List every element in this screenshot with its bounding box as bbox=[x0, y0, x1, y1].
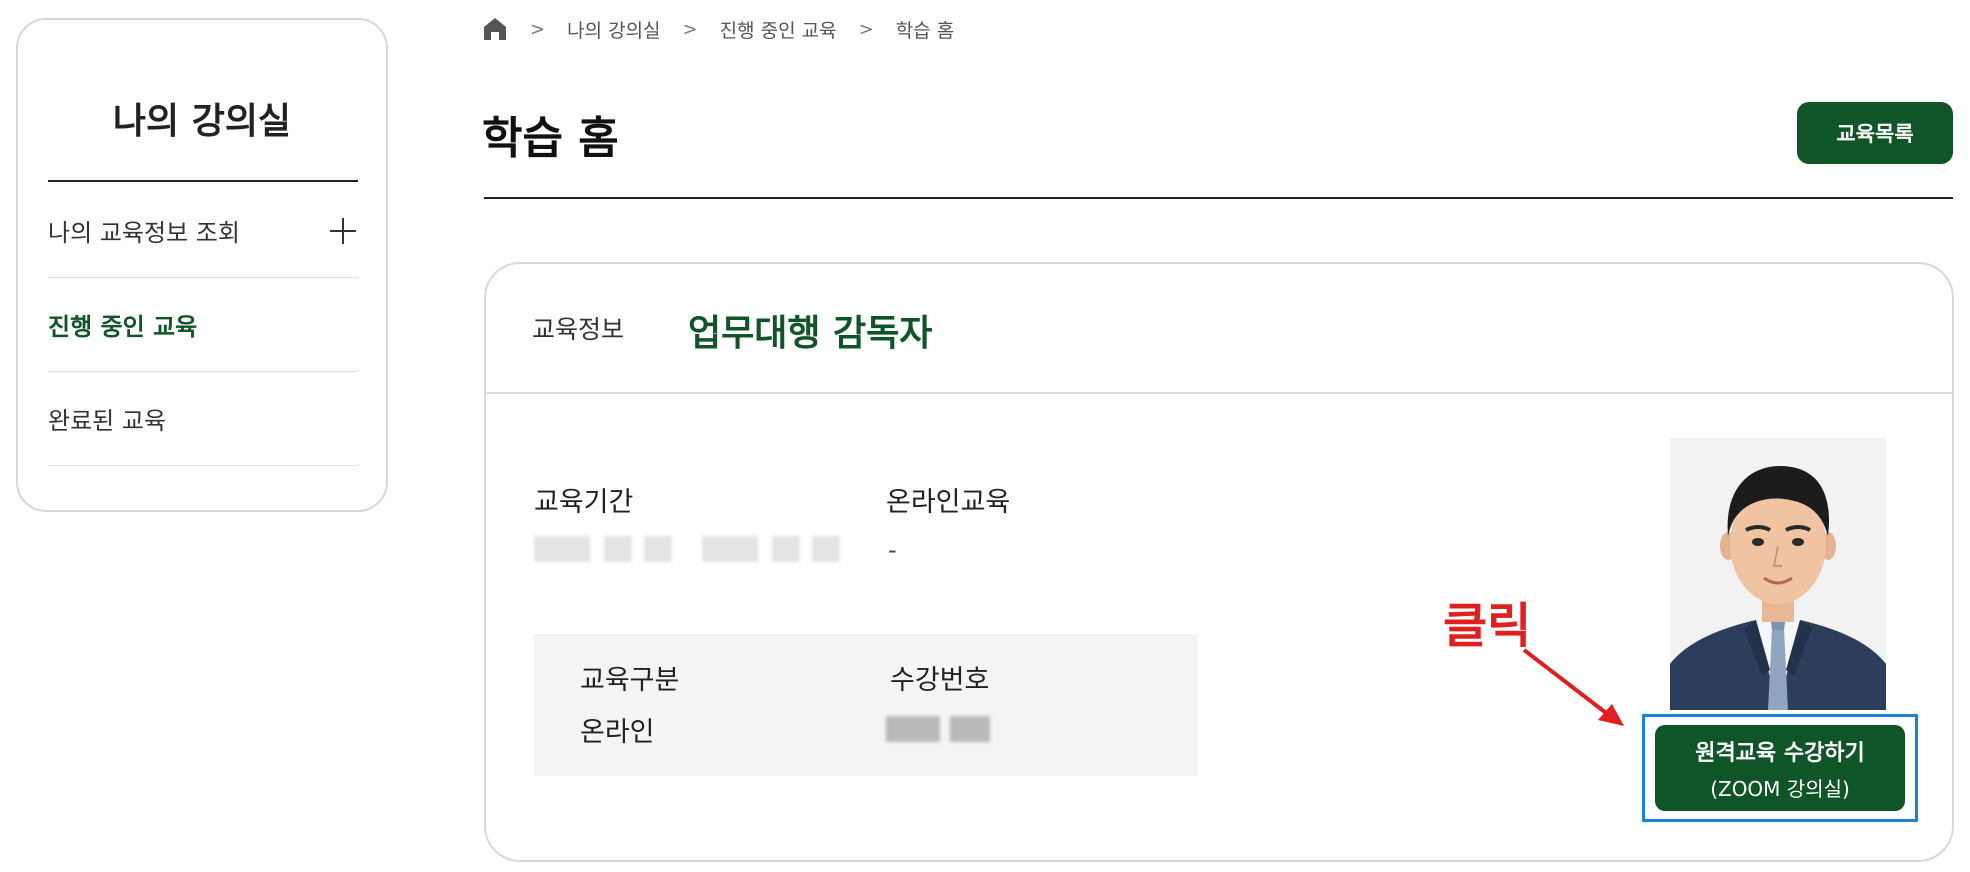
category-label: 교육구분 bbox=[580, 665, 680, 696]
course-list-button[interactable]: 교육목록 bbox=[1797, 102, 1953, 164]
breadcrumb-separator: > bbox=[682, 18, 698, 40]
breadcrumb: > 나의 강의실 > 진행 중인 교육 > 학습 홈 bbox=[482, 14, 954, 44]
zoom-button-sublabel: (ZOOM 강의실) bbox=[1710, 776, 1850, 801]
zoom-classroom-button[interactable]: 원격교육 수강하기 (ZOOM 강의실) bbox=[1655, 725, 1905, 811]
course-info-card: 교육정보 업무대행 감독자 교육기간 온라인교육 - 교육구분 온라인 수강번호 bbox=[484, 262, 1954, 862]
category-value: 온라인 bbox=[580, 717, 655, 748]
breadcrumb-item-learning-home[interactable]: 학습 홈 bbox=[896, 16, 954, 43]
breadcrumb-separator: > bbox=[858, 18, 874, 40]
sidebar-item-completed[interactable]: 완료된 교육 bbox=[48, 372, 358, 466]
sidebar-item-label: 진행 중인 교육 bbox=[48, 313, 198, 341]
sidebar-title: 나의 강의실 bbox=[112, 101, 292, 142]
highlight-frame: 원격교육 수강하기 (ZOOM 강의실) bbox=[1642, 714, 1918, 822]
online-education-label: 온라인교육 bbox=[886, 487, 1011, 518]
online-education-value: - bbox=[888, 536, 897, 564]
page-title: 학습 홈 bbox=[482, 113, 619, 164]
period-label: 교육기간 bbox=[534, 487, 634, 518]
header-divider bbox=[484, 197, 1953, 199]
zoom-button-label: 원격교육 수강하기 bbox=[1695, 740, 1865, 766]
card-header: 교육정보 업무대행 감독자 bbox=[486, 264, 1952, 394]
profile-photo bbox=[1670, 438, 1886, 710]
home-icon[interactable] bbox=[482, 16, 508, 42]
red-arrow-icon bbox=[1522, 648, 1624, 726]
plus-icon[interactable] bbox=[330, 217, 356, 244]
course-title: 업무대행 감독자 bbox=[688, 313, 933, 354]
sidebar-item-label: 나의 교육정보 조회 bbox=[48, 219, 240, 247]
sidebar: 나의 강의실 나의 교육정보 조회 진행 중인 교육 완료된 교육 bbox=[16, 18, 388, 512]
sidebar-item-in-progress[interactable]: 진행 중인 교육 bbox=[48, 278, 358, 372]
page: 나의 강의실 나의 교육정보 조회 진행 중인 교육 완료된 교육 > 나의 강… bbox=[0, 0, 1970, 872]
breadcrumb-item-in-progress[interactable]: 진행 중인 교육 bbox=[720, 16, 837, 43]
sidebar-divider bbox=[48, 180, 358, 182]
breadcrumb-item-my-classroom[interactable]: 나의 강의실 bbox=[567, 16, 660, 43]
sidebar-item-education-info[interactable]: 나의 교육정보 조회 bbox=[48, 184, 358, 278]
sidebar-item-label: 완료된 교육 bbox=[48, 407, 167, 435]
enrollment-number-label: 수강번호 bbox=[890, 665, 990, 696]
click-annotation-label: 클릭 bbox=[1443, 598, 1532, 654]
enrollment-info-box: 교육구분 온라인 수강번호 bbox=[534, 634, 1198, 776]
breadcrumb-separator: > bbox=[530, 18, 546, 40]
course-info-label: 교육정보 bbox=[532, 315, 625, 344]
